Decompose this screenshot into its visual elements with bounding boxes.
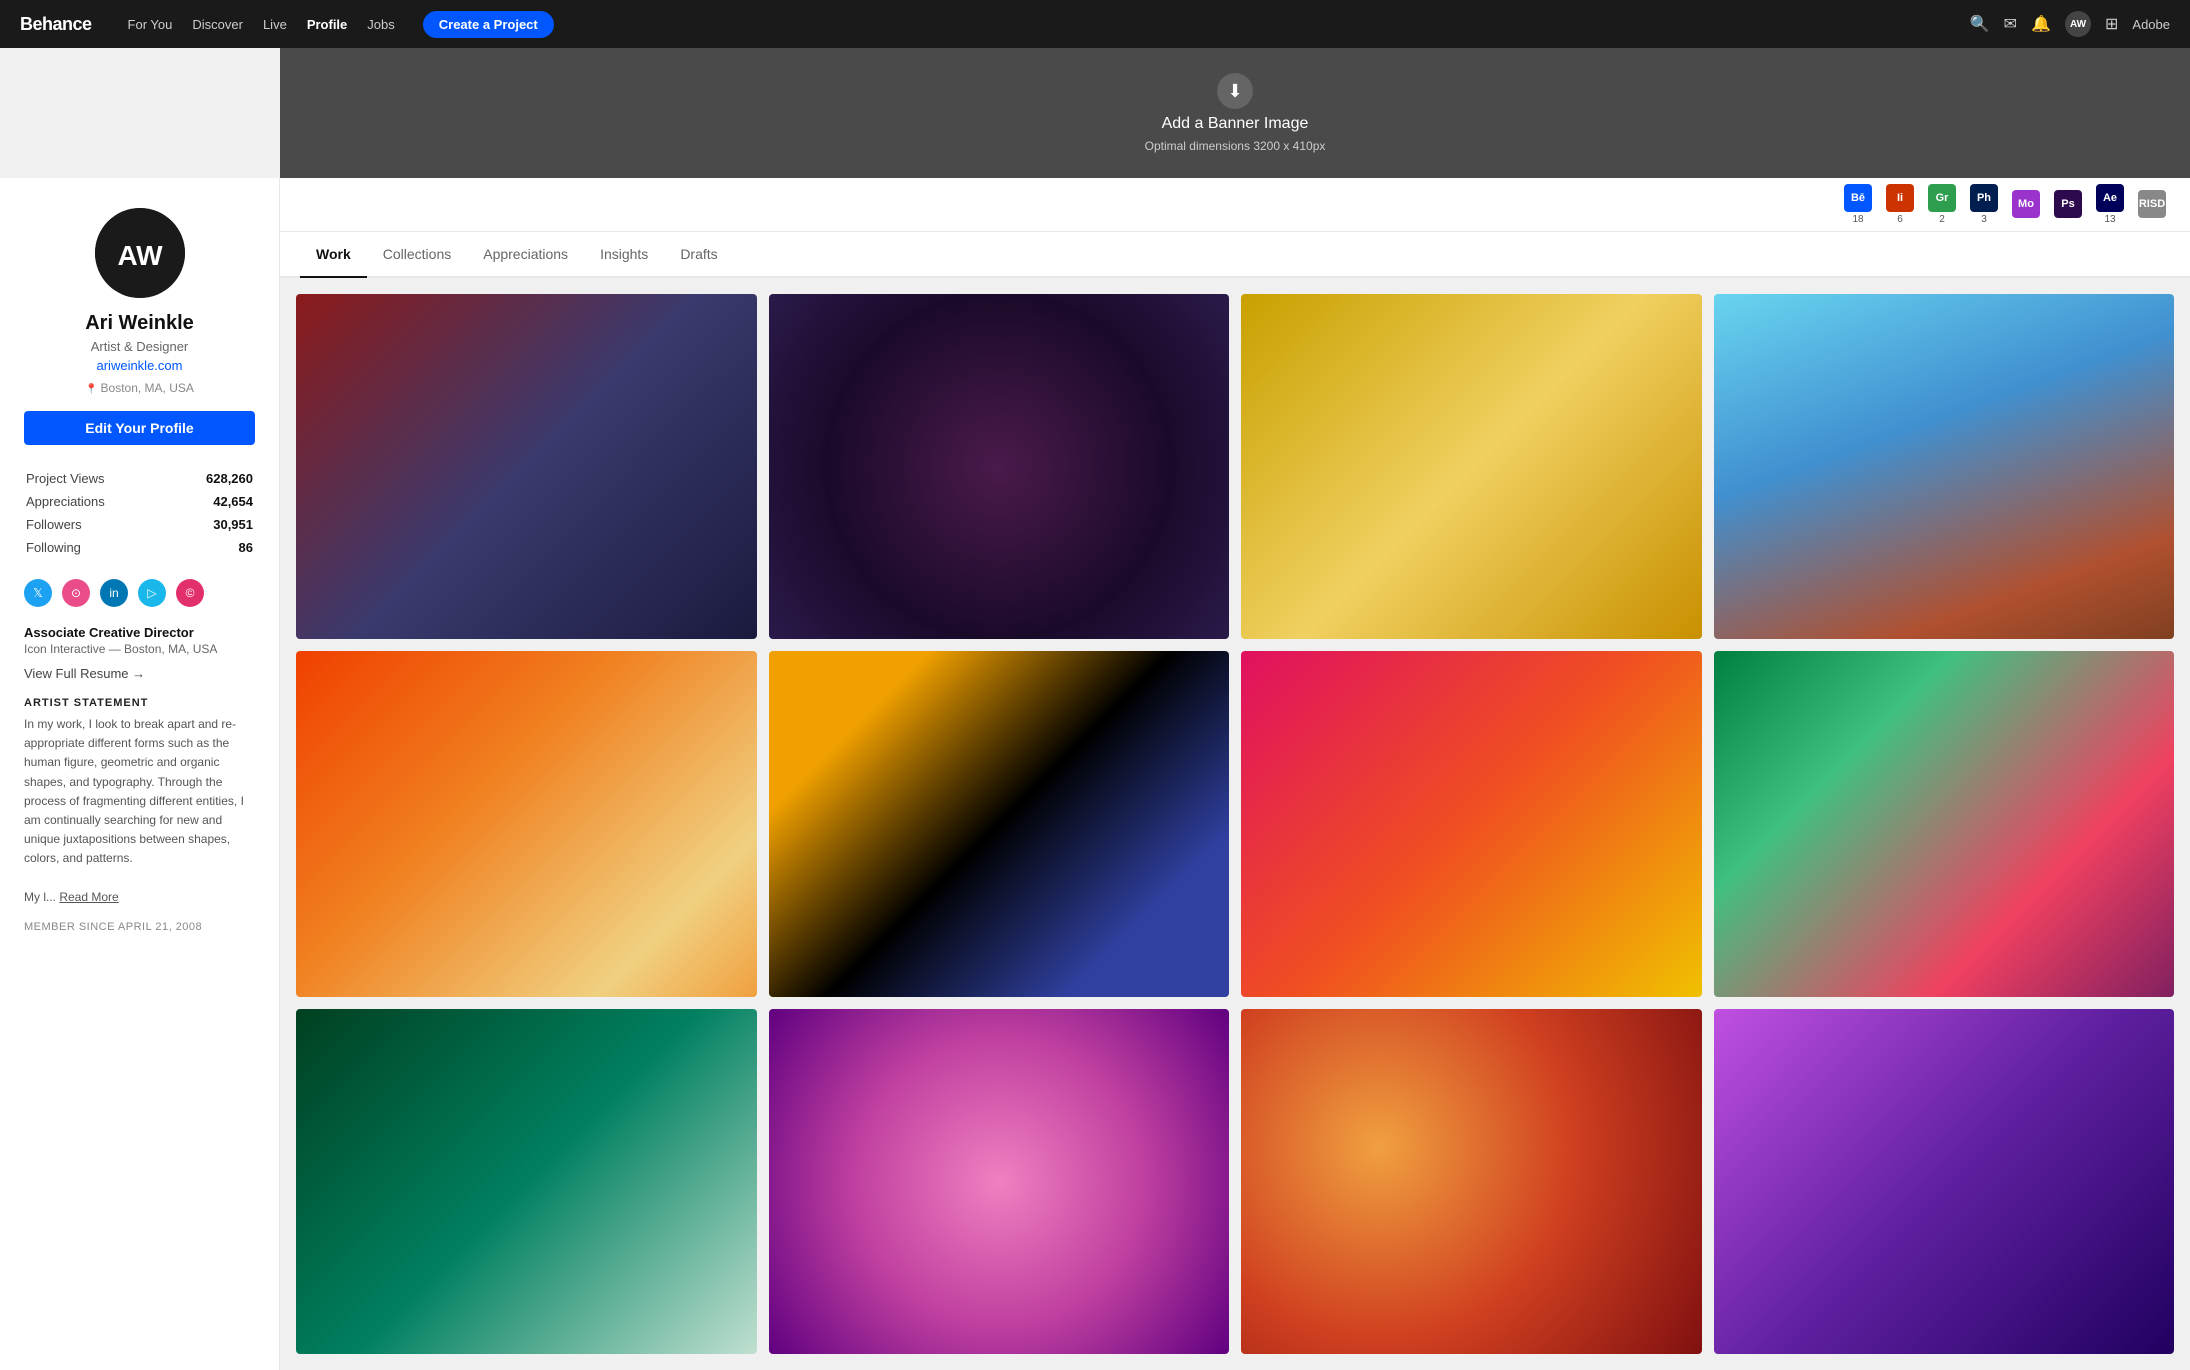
page-wrapper: ⬇ Add a Banner Image Optimal dimensions … xyxy=(0,0,2190,1370)
stat-value-appreciations: 42,654 xyxy=(213,494,253,509)
risd-badge-icon: RISD xyxy=(2138,190,2166,218)
behance-badge-icon: Bē xyxy=(1844,184,1872,212)
edit-profile-button[interactable]: Edit Your Profile xyxy=(24,411,255,445)
greenscreen-badge-icon: Gr xyxy=(1928,184,1956,212)
user-role: Artist & Designer xyxy=(24,339,255,354)
nav-discover[interactable]: Discover xyxy=(192,17,243,32)
create-project-button[interactable]: Create a Project xyxy=(423,11,554,38)
sidebar: AW Ari Weinkle Artist & Designer ariwein… xyxy=(0,178,280,1370)
user-location: Boston, MA, USA xyxy=(24,381,255,395)
job-company: Icon Interactive — Boston, MA, USA xyxy=(24,642,255,656)
premiere-badge-icon: Ps xyxy=(2054,190,2082,218)
app-badges: Bē 18 Ii 6 Gr 2 Ph 3 Mo xyxy=(280,178,2190,232)
stats-table: Project Views 628,260 Appreciations 42,6… xyxy=(24,465,255,561)
linkedin-icon[interactable]: in xyxy=(100,579,128,607)
user-website[interactable]: ariweinkle.com xyxy=(24,358,255,373)
member-since: MEMBER SINCE APRIL 21, 2008 xyxy=(24,921,255,933)
tabs-bar: Work Collections Appreciations Insights … xyxy=(280,232,2190,278)
tab-drafts[interactable]: Drafts xyxy=(664,232,733,278)
stat-row-appreciations: Appreciations 42,654 xyxy=(26,490,253,513)
stat-label-views: Project Views xyxy=(26,471,105,486)
stat-label-appreciations: Appreciations xyxy=(26,494,105,509)
tab-appreciations[interactable]: Appreciations xyxy=(467,232,584,278)
navbar: Behance For You Discover Live Profile Jo… xyxy=(0,0,2190,48)
badge-risd: RISD xyxy=(2134,190,2170,220)
portfolio-item[interactable] xyxy=(296,1009,757,1354)
stat-label-following: Following xyxy=(26,540,81,555)
twitter-icon[interactable]: 𝕏 xyxy=(24,579,52,607)
stat-row-followers: Followers 30,951 xyxy=(26,513,253,536)
aftereffects-badge-count: 13 xyxy=(2104,214,2115,225)
illustrator-badge-count: 6 xyxy=(1897,214,1903,225)
stat-value-views: 628,260 xyxy=(206,471,253,486)
apps-grid-icon[interactable]: ⊞ xyxy=(2105,14,2118,34)
banner-title: Add a Banner Image xyxy=(1162,115,1309,133)
portfolio-item[interactable] xyxy=(1714,1009,2175,1354)
portfolio-item[interactable] xyxy=(1714,651,2175,996)
user-avatar-nav[interactable]: AW xyxy=(2065,11,2091,37)
messages-icon[interactable]: ✉ xyxy=(2004,14,2017,34)
portfolio-grid xyxy=(280,278,2190,1370)
user-name: Ari Weinkle xyxy=(24,312,255,335)
dribbble-icon[interactable]: ⊙ xyxy=(62,579,90,607)
stat-value-following: 86 xyxy=(239,540,253,555)
content-row: AW Ari Weinkle Artist & Designer ariwein… xyxy=(0,178,2190,1370)
tab-work[interactable]: Work xyxy=(300,232,367,278)
badge-greenscreen: Gr 2 xyxy=(1924,184,1960,225)
banner-subtitle: Optimal dimensions 3200 x 410px xyxy=(1145,139,1326,153)
portfolio-item[interactable] xyxy=(296,294,757,639)
badge-muse: Mo xyxy=(2008,190,2044,220)
muse-badge-icon: Mo xyxy=(2012,190,2040,218)
brand-logo[interactable]: Behance xyxy=(20,14,92,35)
social-icons: 𝕏 ⊙ in ▷ © xyxy=(24,579,255,607)
photoshop-badge-icon: Ph xyxy=(1970,184,1998,212)
banner-area[interactable]: ⬇ Add a Banner Image Optimal dimensions … xyxy=(280,48,2190,178)
profile-content: Bē 18 Ii 6 Gr 2 Ph 3 Mo xyxy=(280,178,2190,1370)
avatar-wrap: AW xyxy=(24,208,255,298)
search-icon[interactable]: 🔍 xyxy=(1970,14,1990,34)
photoshop-badge-count: 3 xyxy=(1981,214,1987,225)
stat-row-views: Project Views 628,260 xyxy=(26,467,253,490)
portfolio-item[interactable] xyxy=(769,1009,1230,1354)
svg-text:AW: AW xyxy=(117,240,163,271)
badge-illustrator: Ii 6 xyxy=(1882,184,1918,225)
instagram-icon[interactable]: © xyxy=(176,579,204,607)
nav-live[interactable]: Live xyxy=(263,17,287,32)
nav-right: 🔍 ✉ 🔔 AW ⊞ Adobe xyxy=(1970,11,2170,37)
behance-badge-count: 18 xyxy=(1852,214,1863,225)
artist-statement-title: ARTIST STATEMENT xyxy=(24,697,255,709)
stat-label-followers: Followers xyxy=(26,517,82,532)
vimeo-icon[interactable]: ▷ xyxy=(138,579,166,607)
portfolio-item[interactable] xyxy=(296,651,757,996)
tab-collections[interactable]: Collections xyxy=(367,232,467,278)
adobe-logo: Adobe xyxy=(2132,17,2170,32)
badge-aftereffects: Ae 13 xyxy=(2092,184,2128,225)
nav-jobs[interactable]: Jobs xyxy=(367,17,394,32)
stat-value-followers: 30,951 xyxy=(213,517,253,532)
portfolio-item[interactable] xyxy=(769,294,1230,639)
nav-profile[interactable]: Profile xyxy=(307,17,347,32)
aftereffects-badge-icon: Ae xyxy=(2096,184,2124,212)
badge-behance: Bē 18 xyxy=(1840,184,1876,225)
resume-link[interactable]: View Full Resume → xyxy=(24,666,255,681)
nav-for-you[interactable]: For You xyxy=(128,17,173,32)
portfolio-item[interactable] xyxy=(1241,651,1702,996)
banner-upload-icon: ⬇ xyxy=(1217,73,1253,109)
illustrator-badge-icon: Ii xyxy=(1886,184,1914,212)
badge-premiere: Ps xyxy=(2050,190,2086,220)
notifications-icon[interactable]: 🔔 xyxy=(2031,14,2051,34)
portfolio-item[interactable] xyxy=(769,651,1230,996)
badge-photoshop: Ph 3 xyxy=(1966,184,2002,225)
portfolio-item[interactable] xyxy=(1241,294,1702,639)
avatar: AW xyxy=(95,208,185,298)
tab-insights[interactable]: Insights xyxy=(584,232,664,278)
job-title: Associate Creative Director xyxy=(24,625,255,640)
greenscreen-badge-count: 2 xyxy=(1939,214,1945,225)
portfolio-item[interactable] xyxy=(1241,1009,1702,1354)
nav-links: For You Discover Live Profile Jobs xyxy=(128,17,395,32)
artist-statement-text: In my work, I look to break apart and re… xyxy=(24,715,255,907)
read-more-link[interactable]: Read More xyxy=(59,890,118,904)
portfolio-item[interactable] xyxy=(1714,294,2175,639)
stat-row-following: Following 86 xyxy=(26,536,253,559)
